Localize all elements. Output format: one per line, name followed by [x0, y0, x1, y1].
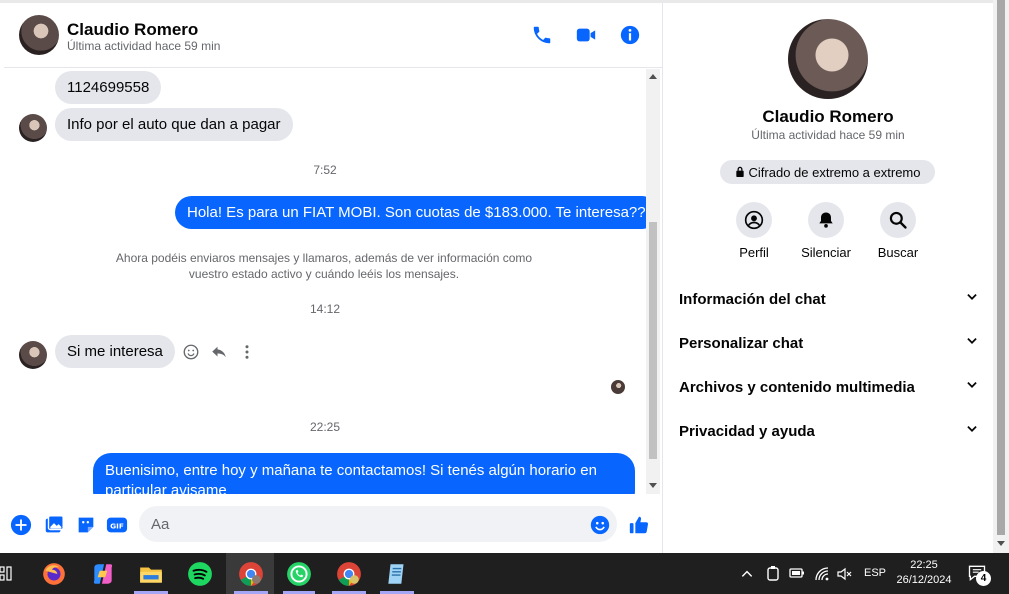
mute-action[interactable]: Silenciar	[791, 202, 861, 260]
section-label: Información del chat	[679, 290, 826, 308]
profile-name: Claudio Romero	[762, 107, 894, 126]
privacy-notice: Ahora podéis enviaros mensajes y llamaro…	[115, 251, 533, 281]
chrome-profile-icon[interactable]	[334, 559, 364, 589]
like-icon[interactable]	[628, 514, 650, 536]
more-options-icon[interactable]	[238, 343, 256, 366]
system-clock[interactable]: 22:25 26/12/2024	[882, 558, 966, 588]
section-label: Privacidad y ayuda	[679, 422, 815, 440]
profile-action[interactable]: Perfil	[719, 202, 789, 260]
sender-avatar	[19, 341, 47, 369]
section-customize-chat[interactable]: Personalizar chat	[679, 328, 979, 358]
section-label: Personalizar chat	[679, 334, 804, 352]
timestamp-separator: 14:12	[309, 302, 341, 316]
profile-icon	[736, 202, 772, 238]
timestamp-separator: 7:52	[313, 163, 337, 177]
reply-icon[interactable]	[210, 343, 228, 366]
outgoing-message[interactable]: Buenisimo, entre hoy y mañana te contact…	[93, 453, 635, 494]
contact-avatar[interactable]	[19, 15, 59, 55]
contact-name[interactable]: Claudio Romero	[67, 20, 198, 40]
scroll-down-arrow[interactable]	[649, 483, 657, 488]
battery-icon[interactable]	[789, 567, 805, 582]
composer-bar: GIF	[4, 500, 662, 550]
section-media-files[interactable]: Archivos y contenido multimedia	[679, 372, 979, 402]
outgoing-message[interactable]: Hola! Es para un FIAT MOBI. Son cuotas d…	[175, 196, 646, 229]
incoming-message[interactable]: Si me interesa	[55, 335, 175, 368]
section-privacy-help[interactable]: Privacidad y ayuda	[679, 416, 979, 446]
firefox-icon[interactable]	[39, 559, 69, 589]
contact-status: Última actividad hace 59 min	[67, 39, 221, 53]
notifications-icon[interactable]: 4	[967, 563, 991, 587]
spotify-icon[interactable]	[185, 559, 215, 589]
window-scroll-thumb[interactable]	[997, 0, 1005, 535]
encryption-label: Cifrado de extremo a extremo	[748, 164, 921, 180]
incoming-message[interactable]: 1124699558	[55, 71, 162, 104]
wifi-icon[interactable]	[814, 566, 830, 585]
volume-muted-icon[interactable]	[836, 566, 852, 585]
device-icon[interactable]	[766, 566, 780, 585]
chevron-down-icon	[965, 422, 979, 440]
incoming-message[interactable]: Info por el auto que dan a pagar	[55, 108, 293, 141]
lock-icon	[735, 165, 745, 180]
notification-count-badge: 4	[976, 571, 991, 586]
add-icon[interactable]	[10, 514, 32, 536]
search-action-label: Buscar	[877, 245, 919, 260]
copilot-icon[interactable]	[88, 559, 118, 589]
react-emoji-icon[interactable]	[182, 343, 200, 366]
chevron-down-icon	[965, 334, 979, 352]
clock-time: 22:25	[910, 559, 938, 571]
profile-action-label: Perfil	[739, 245, 769, 260]
timestamp-separator: 22:25	[309, 420, 341, 434]
scroll-up-arrow[interactable]	[649, 74, 657, 79]
profile-status: Última actividad hace 59 min	[751, 128, 905, 142]
search-action[interactable]: Buscar	[863, 202, 933, 260]
scroll-thumb[interactable]	[649, 222, 657, 459]
chevron-up-icon[interactable]	[740, 567, 754, 584]
message-input[interactable]	[139, 506, 617, 542]
bell-icon	[808, 202, 844, 238]
chrome-icon[interactable]	[236, 559, 266, 589]
chat-scrollbar[interactable]	[646, 69, 660, 494]
window-scrollbar[interactable]	[993, 0, 1009, 553]
chat-info-panel: Claudio Romero Última actividad hace 59 …	[663, 3, 993, 553]
sender-avatar	[19, 114, 47, 142]
taskbar: ESP 22:25 26/12/2024 4	[0, 553, 1009, 594]
task-view-icon[interactable]	[0, 565, 12, 583]
file-explorer-icon[interactable]	[136, 559, 166, 589]
svg-text:GIF: GIF	[110, 522, 124, 531]
chat-header: Claudio Romero Última actividad hace 59 …	[4, 3, 662, 68]
mute-action-label: Silenciar	[801, 245, 851, 260]
profile-avatar[interactable]	[788, 19, 868, 99]
emoji-icon[interactable]	[589, 514, 611, 536]
whatsapp-icon[interactable]	[284, 559, 314, 589]
chat-pane: Claudio Romero Última actividad hace 59 …	[4, 3, 662, 553]
section-label: Archivos y contenido multimedia	[679, 378, 915, 396]
chevron-down-icon	[965, 290, 979, 308]
gallery-icon[interactable]	[43, 514, 65, 536]
chevron-down-icon	[965, 378, 979, 396]
seen-indicator-avatar	[611, 380, 625, 394]
gif-icon[interactable]: GIF	[106, 514, 128, 536]
clock-date: 26/12/2024	[896, 574, 952, 586]
section-chat-info[interactable]: Información del chat	[679, 284, 979, 314]
encryption-badge[interactable]: Cifrado de extremo a extremo	[720, 160, 935, 184]
window-scroll-down-arrow[interactable]	[997, 541, 1005, 546]
notepad-icon[interactable]	[382, 559, 412, 589]
sticker-icon[interactable]	[75, 514, 97, 536]
phone-icon[interactable]	[530, 23, 554, 47]
message-list[interactable]: 1124699558 Info por el auto que dan a pa…	[4, 69, 646, 494]
search-icon	[880, 202, 916, 238]
video-icon[interactable]	[574, 23, 598, 47]
messenger-window: Claudio Romero Última actividad hace 59 …	[0, 0, 1009, 553]
info-icon[interactable]	[618, 23, 642, 47]
